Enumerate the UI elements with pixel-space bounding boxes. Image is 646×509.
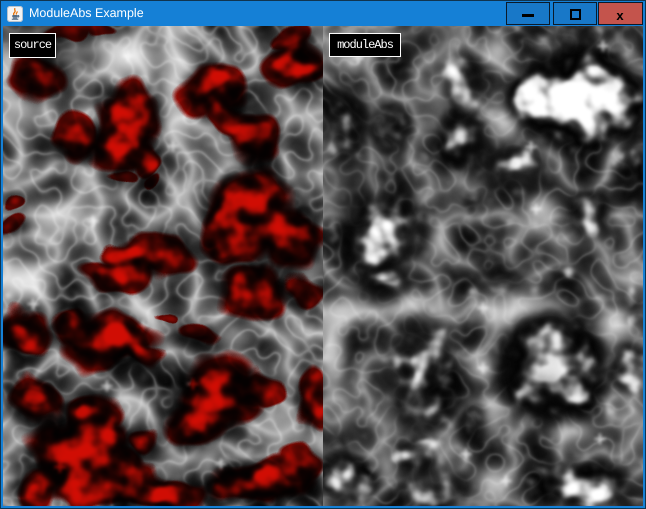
- svg-text:x: x: [616, 8, 624, 23]
